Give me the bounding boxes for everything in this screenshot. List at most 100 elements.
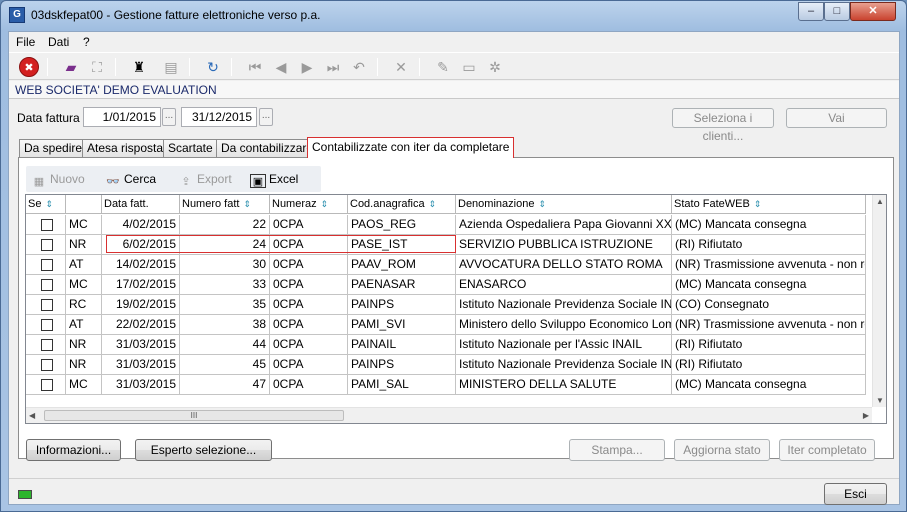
cell-date[interactable]: 31/03/2015 (102, 355, 180, 375)
exit-button[interactable]: Esci (824, 483, 887, 505)
cell-date[interactable]: 17/02/2015 (102, 275, 180, 295)
menu-dati[interactable]: Dati (48, 35, 69, 49)
column-header-select[interactable]: Se ⇕ (26, 195, 66, 214)
info-button[interactable]: Informazioni... (26, 439, 121, 461)
cell-series[interactable]: 0CPA (270, 275, 348, 295)
cell-number[interactable]: 24 (180, 235, 270, 255)
select-clients-button[interactable]: Seleziona i clienti... (672, 108, 774, 143)
find-icon[interactable]: ♜ (129, 57, 149, 77)
cell-number[interactable]: 33 (180, 275, 270, 295)
maximize-button[interactable]: □ (824, 2, 850, 21)
cell-name[interactable]: Istituto Nazionale per l'Assic INAIL (456, 335, 672, 355)
cell-name[interactable]: Azienda Ospedaliera Papa Giovanni XXIII (456, 215, 672, 235)
cell-code[interactable]: NR (66, 355, 102, 375)
row-checkbox[interactable] (41, 279, 53, 291)
cell-name[interactable]: ENASARCO (456, 275, 672, 295)
row-checkbox[interactable] (41, 259, 53, 271)
cell-number[interactable]: 30 (180, 255, 270, 275)
date-to-picker-button[interactable]: ... (259, 108, 273, 126)
cell-status[interactable]: (NR) Trasmissione avvenuta - non recap (672, 255, 866, 275)
iter-completed-button[interactable]: Iter completato (779, 439, 875, 461)
cell-cod[interactable]: PAENASAR (348, 275, 456, 295)
cell-cod[interactable]: PAMI_SAL (348, 375, 456, 395)
cell-date[interactable]: 6/02/2015 (102, 235, 180, 255)
cell-code[interactable]: AT (66, 315, 102, 335)
cell-name[interactable]: SERVIZIO PUBBLICA ISTRUZIONE (456, 235, 672, 255)
cell-series[interactable]: 0CPA (270, 215, 348, 235)
close-window-button[interactable]: ✕ (850, 2, 896, 21)
tab-scartate[interactable]: Scartate (163, 139, 218, 157)
column-header-invoice-date[interactable]: Data fatt. (102, 195, 180, 214)
row-checkbox[interactable] (41, 339, 53, 351)
vertical-scrollbar[interactable]: ▲ ▼ (872, 195, 886, 407)
menu-help[interactable]: ? (83, 35, 90, 49)
cell-status[interactable]: (MC) Mancata consegna (672, 375, 866, 395)
excel-button[interactable]: ▣ Excel (250, 171, 298, 188)
cell-code[interactable]: MC (66, 375, 102, 395)
cell-name[interactable]: MINISTERO DELLA SALUTE (456, 375, 672, 395)
cell-cod[interactable]: PAINAIL (348, 335, 456, 355)
row-checkbox[interactable] (41, 379, 53, 391)
column-header-invoice-number[interactable]: Numero fatt ⇕ (180, 195, 270, 214)
scroll-thumb[interactable]: III (44, 410, 344, 421)
sort-icon[interactable]: ⇕ (538, 195, 546, 213)
table-row[interactable]: MC 4/02/2015 22 0CPA PAOS_REG Azienda Ospedal… (26, 215, 886, 235)
cell-cod[interactable]: PAINPS (348, 355, 456, 375)
update-status-button[interactable]: Aggiorna stato (674, 439, 770, 461)
book-icon[interactable]: ▰ (61, 57, 81, 77)
scroll-left-icon[interactable]: ◀ (29, 411, 35, 420)
cell-code[interactable]: MC (66, 215, 102, 235)
cell-series[interactable]: 0CPA (270, 255, 348, 275)
cell-date[interactable]: 22/02/2015 (102, 315, 180, 335)
row-checkbox[interactable] (41, 359, 53, 371)
sort-icon[interactable]: ⇕ (45, 195, 53, 213)
table-row[interactable]: RC 19/02/2015 35 0CPA PAINPS Istituto Naziona… (26, 295, 886, 315)
date-to-input[interactable]: 31/12/2015 (181, 107, 257, 127)
cell-number[interactable]: 45 (180, 355, 270, 375)
column-header-name[interactable]: Denominazione ⇕ (456, 195, 672, 214)
cell-date[interactable]: 19/02/2015 (102, 295, 180, 315)
column-header-customer-code[interactable]: Cod.anagrafica ⇕ (348, 195, 456, 214)
tab-attesa-risposta[interactable]: Atesa risposta (82, 139, 169, 157)
cell-cod[interactable]: PAAV_ROM (348, 255, 456, 275)
cell-series[interactable]: 0CPA (270, 315, 348, 335)
table-row[interactable]: NR 31/03/2015 45 0CPA PAINPS Istituto Naziona… (26, 355, 886, 375)
cell-cod[interactable]: PAOS_REG (348, 215, 456, 235)
cell-series[interactable]: 0CPA (270, 355, 348, 375)
date-from-picker-button[interactable]: ... (162, 108, 176, 126)
cell-name[interactable]: Istituto Nazionale Previdenza Sociale IN… (456, 295, 672, 315)
cell-code[interactable]: RC (66, 295, 102, 315)
table-row[interactable]: MC 31/03/2015 47 0CPA PAMI_SAL MINISTERO DELL… (26, 375, 886, 395)
go-button[interactable]: Vai (786, 108, 887, 128)
cell-status[interactable]: (MC) Mancata consegna (672, 215, 866, 235)
cell-name[interactable]: Istituto Nazionale Previdenza Sociale IN… (456, 355, 672, 375)
cell-number[interactable]: 47 (180, 375, 270, 395)
app-icon[interactable]: G (9, 7, 25, 23)
cell-number[interactable]: 22 (180, 215, 270, 235)
close-icon[interactable]: ✖ (19, 57, 39, 77)
cell-cod[interactable]: PAINPS (348, 295, 456, 315)
tab-da-contabilizzare[interactable]: Da contabilizzare (216, 139, 319, 157)
cell-code[interactable]: AT (66, 255, 102, 275)
horizontal-scrollbar[interactable]: ◀ III ▶ (26, 407, 872, 423)
tab-da-spedire[interactable]: Da spedire (19, 139, 88, 157)
table-row[interactable]: AT 14/02/2015 30 0CPA PAAV_ROM AVVOCATURA DEL… (26, 255, 886, 275)
cell-date[interactable]: 31/03/2015 (102, 375, 180, 395)
cell-series[interactable]: 0CPA (270, 235, 348, 255)
minimize-button[interactable]: – (798, 2, 824, 21)
row-checkbox[interactable] (41, 299, 53, 311)
sort-icon[interactable]: ⇕ (429, 195, 437, 213)
cell-code[interactable]: MC (66, 275, 102, 295)
table-row[interactable]: NR 6/02/2015 24 0CPA PASE_IST SERVIZIO PUBBLI… (26, 235, 886, 255)
table-row[interactable]: MC 17/02/2015 33 0CPA PAENASAR ENASARCO (MC) M… (26, 275, 886, 295)
cell-date[interactable]: 4/02/2015 (102, 215, 180, 235)
sort-icon[interactable]: ⇕ (321, 195, 329, 213)
cell-number[interactable]: 38 (180, 315, 270, 335)
cell-status[interactable]: (CO) Consegnato (672, 295, 866, 315)
scroll-down-icon[interactable]: ▼ (876, 396, 884, 405)
cell-name[interactable]: AVVOCATURA DELLO STATO ROMA (456, 255, 672, 275)
cell-date[interactable]: 31/03/2015 (102, 335, 180, 355)
cell-status[interactable]: (RI) Rifiutato (672, 235, 866, 255)
cell-series[interactable]: 0CPA (270, 375, 348, 395)
cell-series[interactable]: 0CPA (270, 295, 348, 315)
